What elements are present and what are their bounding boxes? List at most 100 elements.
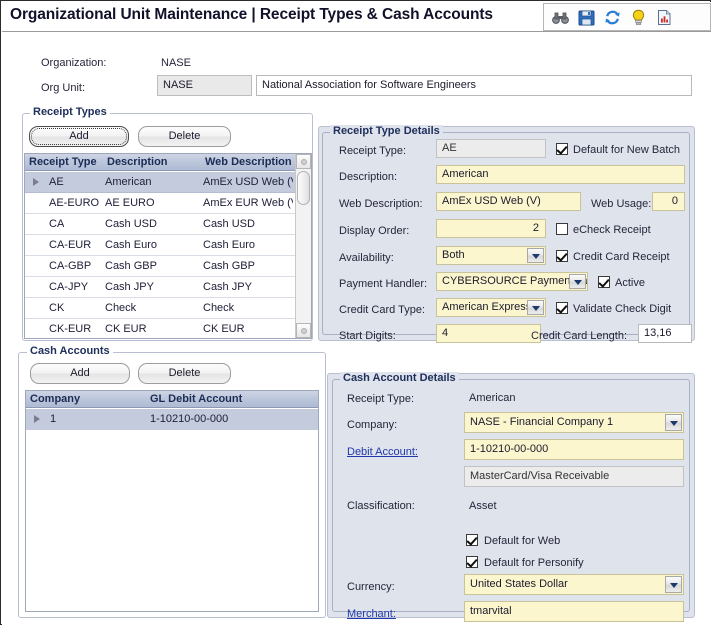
chevron-down-icon[interactable] [569,274,586,289]
default-for-web-label[interactable]: Default for Web [484,535,560,547]
detail-description-field[interactable]: American [436,165,685,184]
detail-web-description-field[interactable]: AmEx USD Web (V) [436,192,581,211]
availability-dropdown[interactable]: Both [436,246,546,265]
echeck-receipt-label[interactable]: eCheck Receipt [573,224,651,236]
receipt-types-delete-button[interactable]: Delete [138,126,231,147]
detail-description-label: Description: [339,171,398,183]
content-area: Organization: NASE Org Unit: NASE Nation… [2,32,711,625]
receipt-types-add-label: Add [69,130,89,142]
credit-card-length-field: 13,16 [638,324,692,343]
table-row[interactable]: CK Check Check [25,298,311,319]
cell-description: Check [105,302,137,314]
cell-description: Cash Euro [105,239,157,251]
validate-check-digit-label[interactable]: Validate Check Digit [573,303,671,315]
credit-card-receipt-checkbox[interactable] [556,250,568,262]
cell-receipt-type: CK-EUR [49,323,92,335]
lightbulb-icon[interactable] [629,8,648,27]
binoculars-icon[interactable] [551,8,570,27]
column-header-company[interactable]: Company [30,393,80,405]
column-header-gl-debit-account[interactable]: GL Debit Account [150,393,242,405]
cell-description: Cash USD [105,218,157,230]
cell-web-description: Cash GBP [203,260,255,272]
cash-accounts-add-label: Add [70,367,90,379]
active-label[interactable]: Active [615,277,645,289]
active-checkbox[interactable] [598,276,610,288]
debit-account-field[interactable]: 1-10210-00-000 [464,439,684,460]
save-icon[interactable] [577,8,596,27]
credit-card-receipt-label[interactable]: Credit Card Receipt [573,251,670,263]
report-icon[interactable] [655,8,674,27]
cell-web-description: Cash USD [203,218,255,230]
web-usage-label: Web Usage: [591,198,652,210]
table-row[interactable]: CA-GBP Cash GBP Cash GBP [25,256,311,277]
table-row[interactable]: AE-EURO AE EURO AmEx EUR Web (V [25,193,311,214]
cell-description: Cash GBP [105,260,157,272]
column-header-description[interactable]: Description [107,156,168,168]
chevron-down-icon[interactable] [665,576,682,593]
web-usage-field[interactable]: 0 [652,192,685,211]
cell-receipt-type: CA [49,218,65,230]
currency-value: United States Dollar [470,578,568,590]
row-marker-icon [34,415,40,423]
organization-label: Organization: [41,57,107,69]
receipt-types-add-button[interactable]: Add [29,126,129,147]
validate-check-digit-checkbox[interactable] [556,302,568,314]
cell-receipt-type: CA-GBP [49,260,92,272]
default-for-web-checkbox[interactable] [466,534,478,546]
chevron-down-icon[interactable] [527,248,544,263]
table-row[interactable]: CA-JPY Cash JPY Cash JPY [25,277,311,298]
title-bar: Organizational Unit Maintenance | Receip… [2,2,711,32]
classification-label: Classification: [347,500,415,512]
table-row[interactable]: CA-EUR Cash Euro Cash Euro [25,235,311,256]
default-for-new-batch-checkbox[interactable] [556,143,568,155]
org-unit-name-field[interactable]: National Association for Software Engine… [256,75,692,96]
cell-web-description: AmEx USD Web (V [203,176,293,188]
cell-description: Cash JPY [105,281,154,293]
receipt-types-group-title: Receipt Types [30,106,110,118]
cash-accounts-grid[interactable]: Company GL Debit Account 1 1-10210-00-00… [25,390,319,612]
cell-receipt-type: CK [49,302,65,314]
receipt-types-grid-scrollbar[interactable] [295,154,311,338]
refresh-icon[interactable] [603,8,622,27]
table-row[interactable]: CK-EUR CK EUR CK EUR [25,319,311,338]
chevron-down-icon[interactable] [665,414,682,431]
credit-card-type-dropdown[interactable]: American Express [436,298,546,317]
cell-description: American [105,176,152,188]
debit-account-link[interactable]: Debit Account: [347,446,418,458]
default-for-new-batch-label[interactable]: Default for New Batch [573,144,680,156]
display-order-field[interactable]: 2 [436,219,546,238]
scrollbar-thumb[interactable] [297,171,310,205]
merchant-link[interactable]: Merchant: [347,608,396,620]
table-row[interactable]: 1 1-10210-00-000 [26,409,318,430]
echeck-receipt-checkbox[interactable] [556,223,568,235]
merchant-field[interactable]: tmarvital [464,601,684,622]
detail-web-description-label: Web Description: [339,198,423,210]
table-row[interactable]: AE American AmEx USD Web (V [25,172,311,193]
payment-handler-dropdown[interactable]: CYBERSOURCE PaymentHa [436,272,588,291]
cash-accounts-grid-header: Company GL Debit Account [26,391,318,408]
scroll-up-button[interactable] [296,154,311,169]
cash-accounts-add-button[interactable]: Add [30,363,130,384]
cell-gl-debit-account: 1-10210-00-000 [150,413,229,425]
cash-receipt-type-value: American [469,392,516,404]
receipt-type-details-group-title: Receipt Type Details [330,125,443,137]
currency-dropdown[interactable]: United States Dollar [464,574,684,595]
default-for-personify-label[interactable]: Default for Personify [484,557,584,569]
receipt-types-grid[interactable]: Receipt Type Description Web Description… [24,153,312,339]
availability-value: Both [442,249,465,261]
cash-company-dropdown[interactable]: NASE - Financial Company 1 [464,412,684,433]
cell-description: AE EURO [105,197,155,209]
start-digits-field[interactable]: 4 [436,324,541,343]
scroll-down-button[interactable] [296,323,311,338]
default-for-personify-checkbox[interactable] [466,556,478,568]
organization-value: NASE [161,57,191,69]
table-row[interactable]: CA Cash USD Cash USD [25,214,311,235]
org-unit-code-field[interactable]: NASE [157,75,252,96]
cash-accounts-delete-button[interactable]: Delete [138,363,231,384]
receipt-types-grid-header: Receipt Type Description Web Description [25,154,311,171]
start-digits-label: Start Digits: [339,330,396,342]
payment-handler-value: CYBERSOURCE PaymentHa [442,275,588,287]
column-header-receipt-type[interactable]: Receipt Type [29,156,97,168]
column-header-web-description[interactable]: Web Description [205,156,292,168]
chevron-down-icon[interactable] [527,300,544,315]
